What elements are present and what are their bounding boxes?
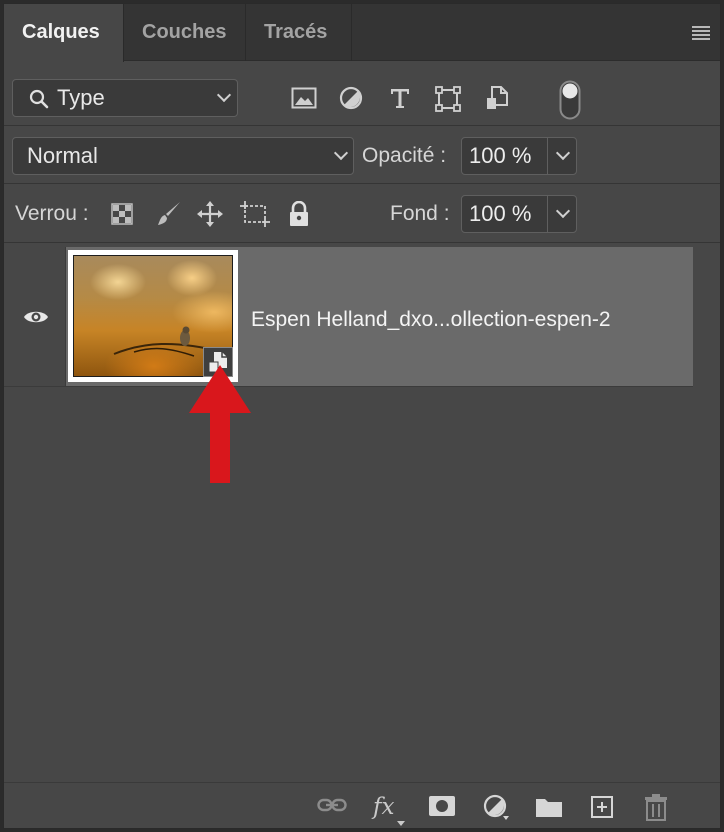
blend-mode-dropdown[interactable]: Normal (12, 137, 354, 175)
smart-object-filter-icon[interactable] (485, 85, 509, 111)
chevron-down-icon (333, 145, 349, 161)
opacity-label: Opacité : (362, 144, 447, 167)
chevron-down-icon (216, 87, 232, 103)
fx-icon[interactable]: fx (373, 794, 394, 820)
fill-chevron-icon[interactable] (555, 203, 571, 219)
type-filter-icon[interactable] (388, 86, 412, 110)
opacity-value: 100 % (469, 143, 532, 168)
tab-calques[interactable]: Calques (4, 4, 124, 62)
search-icon (29, 89, 49, 109)
tab-bar: Calques Couches Tracés (4, 4, 720, 62)
filter-type-value: Type (57, 85, 105, 110)
eye-icon (24, 311, 48, 323)
lock-all-icon[interactable] (288, 201, 310, 227)
lock-artboard-icon[interactable] (240, 201, 270, 227)
opacity-chevron-icon[interactable] (555, 145, 571, 161)
shape-filter-icon[interactable] (435, 86, 461, 112)
lock-position-icon[interactable] (196, 200, 224, 228)
lock-label: Verrou : (15, 202, 89, 225)
adjustment-layer-icon[interactable] (483, 794, 509, 820)
tab-traces[interactable]: Tracés (246, 4, 352, 61)
fx-dropdown-icon (397, 821, 405, 826)
group-folder-icon[interactable] (535, 796, 563, 818)
filter-type-dropdown[interactable]: Type (12, 79, 238, 117)
trash-icon[interactable] (644, 793, 668, 821)
layer-mask-icon[interactable] (428, 795, 456, 817)
fill-field[interactable]: 100 % (461, 195, 577, 233)
panel-menu-icon[interactable] (692, 26, 710, 40)
layers-panel: Calques Couches Tracés Type Normal Opaci… (3, 3, 721, 829)
tab-couches[interactable]: Couches (124, 4, 246, 61)
adjustment-filter-icon[interactable] (339, 86, 363, 110)
fill-label: Fond : (390, 202, 450, 225)
filter-toggle-icon[interactable] (559, 80, 581, 120)
link-layers-icon[interactable] (317, 797, 347, 813)
image-filter-icon[interactable] (291, 87, 317, 109)
layer-visibility-toggle[interactable] (4, 247, 66, 387)
fill-value: 100 % (469, 201, 532, 226)
new-layer-icon[interactable] (590, 795, 614, 819)
lock-image-icon[interactable] (155, 200, 183, 228)
lock-transparent-icon[interactable] (111, 203, 133, 225)
layer-name[interactable]: Espen Helland_dxo...ollection-espen-2 (251, 303, 611, 337)
opacity-field[interactable]: 100 % (461, 137, 577, 175)
annotation-arrow (189, 365, 251, 483)
blend-mode-value: Normal (27, 143, 98, 168)
